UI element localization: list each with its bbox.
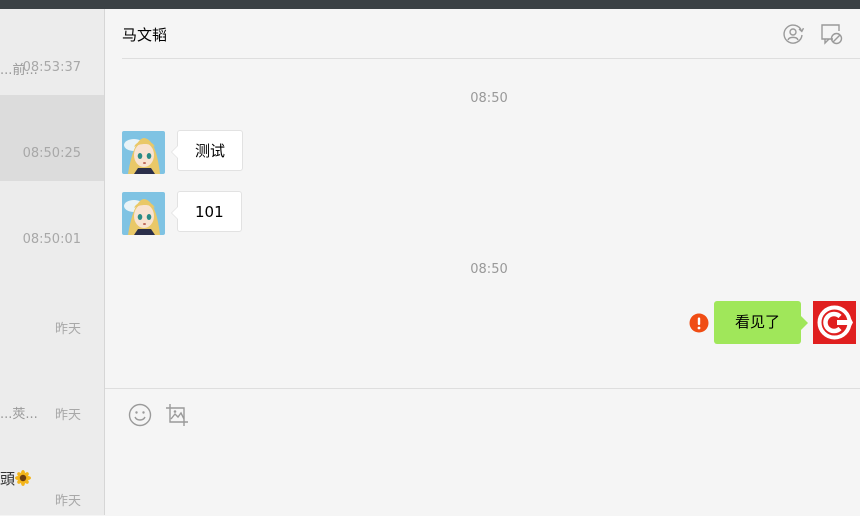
session-item[interactable]: 昨天 [0,267,104,353]
session-time: 昨天 [54,322,81,337]
time-separator: 08:50 [470,91,508,106]
session-list: ...前... 08:53:37 08:50:25 08:50:01 昨天 ..… [0,9,105,515]
session-snippet: 頭 [0,468,32,489]
message-input-area[interactable] [105,388,860,516]
add-member-icon[interactable] [780,21,806,47]
window-top-bar [0,0,860,9]
chat-title: 马文韬 [122,26,168,44]
message-bubble[interactable]: 测试 [170,130,244,171]
close-chat-icon[interactable] [818,21,844,47]
contact-avatar[interactable] [122,131,165,174]
session-snippet: ...莢... [0,407,38,422]
header-divider [122,58,860,59]
session-time: 08:50:25 [22,146,81,161]
session-time: 08:53:37 [22,60,81,75]
send-failed-icon[interactable] [689,313,709,333]
session-item[interactable]: 頭 昨天 [0,439,104,515]
session-time: 昨天 [54,494,81,509]
session-item[interactable]: ...前... 08:53:37 [0,9,104,95]
session-time: 昨天 [54,408,81,423]
chat-panel: 马文韬 08:50 测试 101 08:50 看见了 [105,9,860,516]
sent-message-bubble[interactable]: 看见了 [713,301,809,344]
emoji-icon[interactable] [127,402,153,428]
sunflower-icon [15,470,32,486]
session-item[interactable]: ...莢... 昨天 [0,353,104,439]
session-item[interactable]: 08:50:01 [0,181,104,267]
my-avatar[interactable] [813,301,856,344]
session-time: 08:50:01 [22,232,81,247]
session-item-active[interactable]: 08:50:25 [0,95,104,181]
contact-avatar[interactable] [122,192,165,235]
session-snippet-text: 頭 [0,470,16,488]
message-bubble[interactable]: 101 [171,191,242,232]
screenshot-icon[interactable] [164,402,190,428]
time-separator: 08:50 [470,262,508,277]
